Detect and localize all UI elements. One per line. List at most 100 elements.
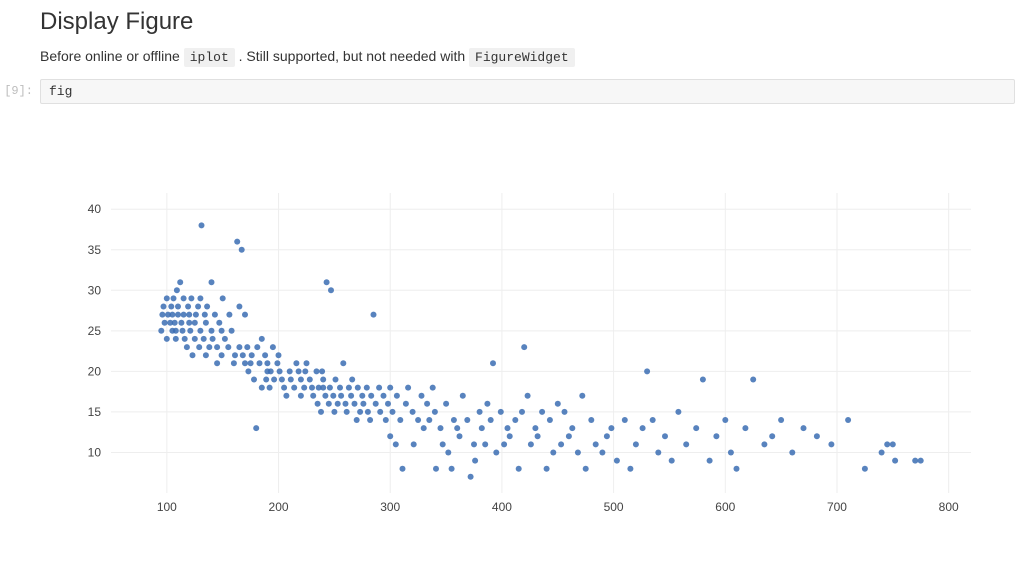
data-point[interactable] xyxy=(164,295,170,301)
data-point[interactable] xyxy=(180,328,186,334)
data-point[interactable] xyxy=(201,336,207,342)
data-point[interactable] xyxy=(172,320,178,326)
data-point[interactable] xyxy=(778,417,784,423)
data-point[interactable] xyxy=(181,312,187,318)
data-point[interactable] xyxy=(244,344,250,350)
data-point[interactable] xyxy=(460,393,466,399)
data-point[interactable] xyxy=(381,393,387,399)
data-point[interactable] xyxy=(490,360,496,366)
data-point[interactable] xyxy=(393,441,399,447)
data-point[interactable] xyxy=(801,425,807,431)
data-point[interactable] xyxy=(426,417,432,423)
data-point[interactable] xyxy=(271,377,277,383)
data-point[interactable] xyxy=(209,328,215,334)
data-point[interactable] xyxy=(328,287,334,293)
data-point[interactable] xyxy=(364,385,370,391)
data-point[interactable] xyxy=(862,466,868,472)
data-point[interactable] xyxy=(728,450,734,456)
data-point[interactable] xyxy=(633,441,639,447)
data-point[interactable] xyxy=(593,441,599,447)
data-point[interactable] xyxy=(525,393,531,399)
data-point[interactable] xyxy=(251,377,257,383)
data-point[interactable] xyxy=(193,312,199,318)
data-point[interactable] xyxy=(226,312,232,318)
data-point[interactable] xyxy=(231,360,237,366)
data-point[interactable] xyxy=(214,360,220,366)
data-point[interactable] xyxy=(192,320,198,326)
data-point[interactable] xyxy=(532,425,538,431)
data-point[interactable] xyxy=(669,458,675,464)
data-point[interactable] xyxy=(451,417,457,423)
data-point[interactable] xyxy=(182,336,188,342)
data-point[interactable] xyxy=(190,352,196,358)
data-point[interactable] xyxy=(168,304,174,310)
data-point[interactable] xyxy=(769,433,775,439)
data-point[interactable] xyxy=(376,385,382,391)
data-point[interactable] xyxy=(204,304,210,310)
data-point[interactable] xyxy=(482,441,488,447)
data-point[interactable] xyxy=(331,409,337,415)
data-point[interactable] xyxy=(181,295,187,301)
data-point[interactable] xyxy=(608,425,614,431)
data-point[interactable] xyxy=(314,368,320,374)
data-point[interactable] xyxy=(575,450,581,456)
data-point[interactable] xyxy=(558,441,564,447)
data-point[interactable] xyxy=(365,409,371,415)
data-point[interactable] xyxy=(254,344,260,350)
data-point[interactable] xyxy=(338,393,344,399)
data-point[interactable] xyxy=(539,409,545,415)
data-point[interactable] xyxy=(397,417,403,423)
data-point[interactable] xyxy=(309,385,315,391)
data-point[interactable] xyxy=(377,409,383,415)
data-point[interactable] xyxy=(614,458,620,464)
data-point[interactable] xyxy=(789,450,795,456)
scatter-chart[interactable]: 10020030040050060070080010152025303540 xyxy=(41,123,981,543)
data-point[interactable] xyxy=(177,279,183,285)
data-point[interactable] xyxy=(415,417,421,423)
data-point[interactable] xyxy=(175,304,181,310)
data-point[interactable] xyxy=(750,377,756,383)
data-point[interactable] xyxy=(326,401,332,407)
data-point[interactable] xyxy=(259,336,265,342)
data-point[interactable] xyxy=(349,377,355,383)
data-point[interactable] xyxy=(268,368,274,374)
data-point[interactable] xyxy=(283,393,289,399)
data-point[interactable] xyxy=(707,458,713,464)
data-point[interactable] xyxy=(433,466,439,472)
data-point[interactable] xyxy=(348,393,354,399)
data-point[interactable] xyxy=(562,409,568,415)
data-point[interactable] xyxy=(274,360,280,366)
data-point[interactable] xyxy=(212,312,218,318)
data-point[interactable] xyxy=(195,304,201,310)
data-point[interactable] xyxy=(242,312,248,318)
data-point[interactable] xyxy=(627,466,633,472)
data-point[interactable] xyxy=(276,352,282,358)
data-point[interactable] xyxy=(219,328,225,334)
data-point[interactable] xyxy=(547,417,553,423)
data-point[interactable] xyxy=(405,385,411,391)
data-point[interactable] xyxy=(330,393,336,399)
data-point[interactable] xyxy=(742,425,748,431)
data-point[interactable] xyxy=(394,393,400,399)
data-point[interactable] xyxy=(604,433,610,439)
data-point[interactable] xyxy=(449,466,455,472)
data-point[interactable] xyxy=(505,425,511,431)
data-point[interactable] xyxy=(304,360,310,366)
data-point[interactable] xyxy=(174,287,180,293)
data-point[interactable] xyxy=(279,377,285,383)
data-point[interactable] xyxy=(390,409,396,415)
data-point[interactable] xyxy=(884,441,890,447)
data-point[interactable] xyxy=(550,450,556,456)
data-point[interactable] xyxy=(371,312,377,318)
data-point[interactable] xyxy=(267,385,273,391)
data-point[interactable] xyxy=(569,425,575,431)
data-point[interactable] xyxy=(359,393,365,399)
data-point[interactable] xyxy=(693,425,699,431)
data-point[interactable] xyxy=(298,377,304,383)
data-point[interactable] xyxy=(403,401,409,407)
data-point[interactable] xyxy=(579,393,585,399)
data-point[interactable] xyxy=(430,385,436,391)
data-point[interactable] xyxy=(259,385,265,391)
data-point[interactable] xyxy=(219,352,225,358)
data-point[interactable] xyxy=(249,352,255,358)
